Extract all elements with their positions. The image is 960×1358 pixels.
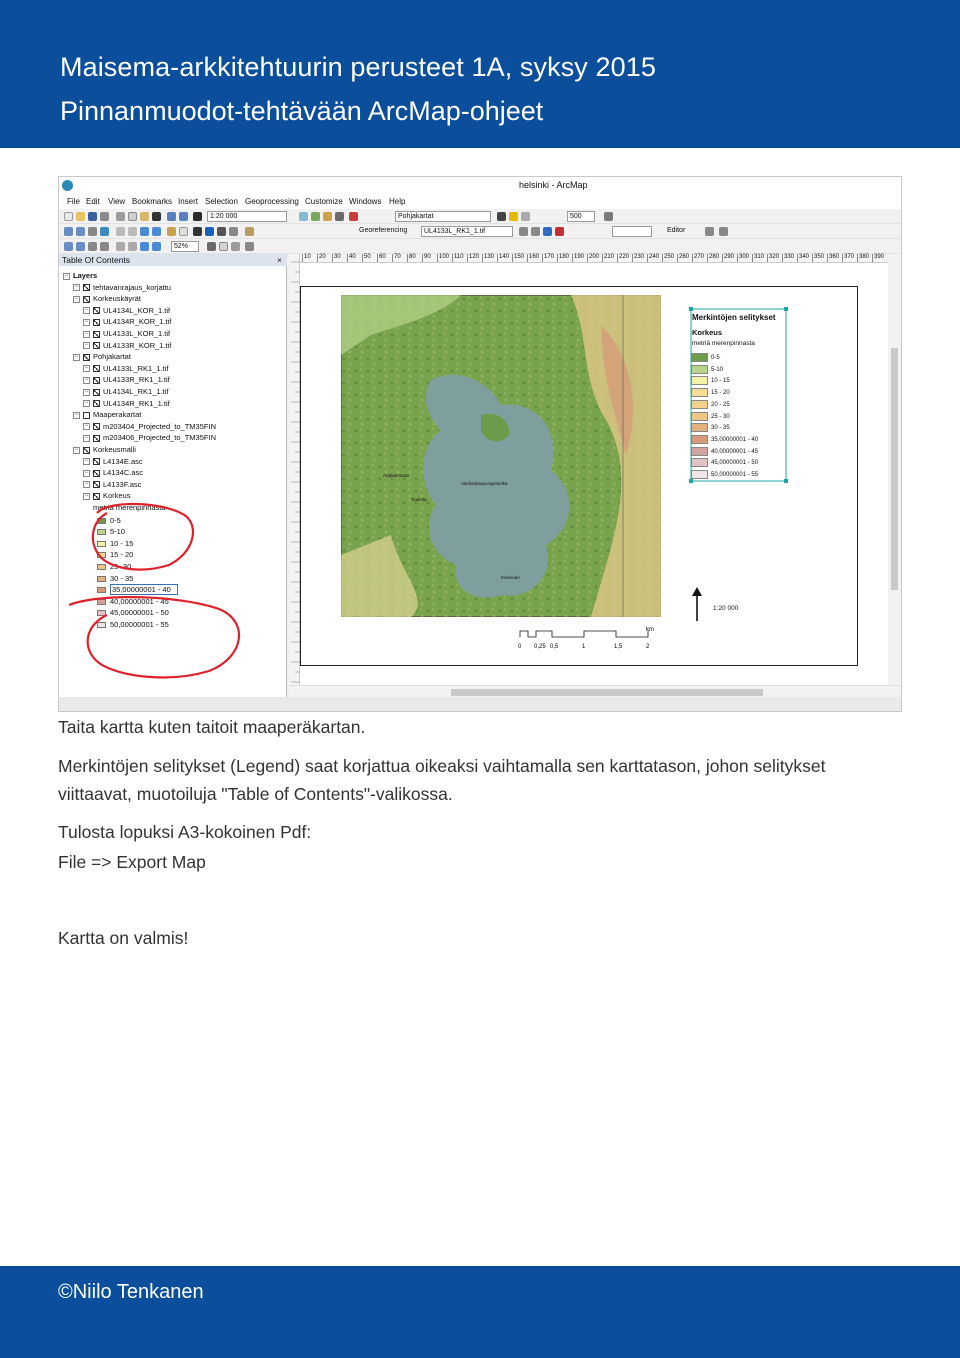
instruction-paragraph-2-line1: Merkintöjen selitykset (Legend) saat kor…	[58, 756, 826, 776]
instruction-paragraph-2-line2: viittaavat, muotoiluja "Table of Content…	[58, 784, 453, 804]
instruction-paragraph-3-line2: File => Export Map	[58, 852, 206, 872]
page-header: Maisema-arkkitehtuurin perusteet 1A, syk…	[0, 0, 960, 148]
instruction-paragraph-3-line1: Tulosta lopuksi A3-kokoinen Pdf:	[58, 822, 312, 842]
copyright-text: ©Niilo Tenkanen	[58, 1281, 204, 1303]
red-annotation-overlay	[68, 502, 241, 679]
closing-paragraph: Kartta on valmis!	[58, 928, 189, 948]
annotation-circle	[68, 596, 241, 679]
arcmap-window: helsinki - ArcMap File Edit View Bookmarks I…	[58, 176, 902, 712]
annotation-circle	[91, 502, 195, 571]
document-subtitle: Pinnanmuodot-tehtävään ArcMap-ohjeet	[60, 96, 544, 126]
instruction-paragraph-1: Taita kartta kuten taitoit maaperäkartan…	[58, 717, 366, 737]
page-footer: ©Niilo Tenkanen	[0, 1266, 960, 1358]
course-title: Maisema-arkkitehtuurin perusteet 1A, syk…	[60, 52, 656, 82]
